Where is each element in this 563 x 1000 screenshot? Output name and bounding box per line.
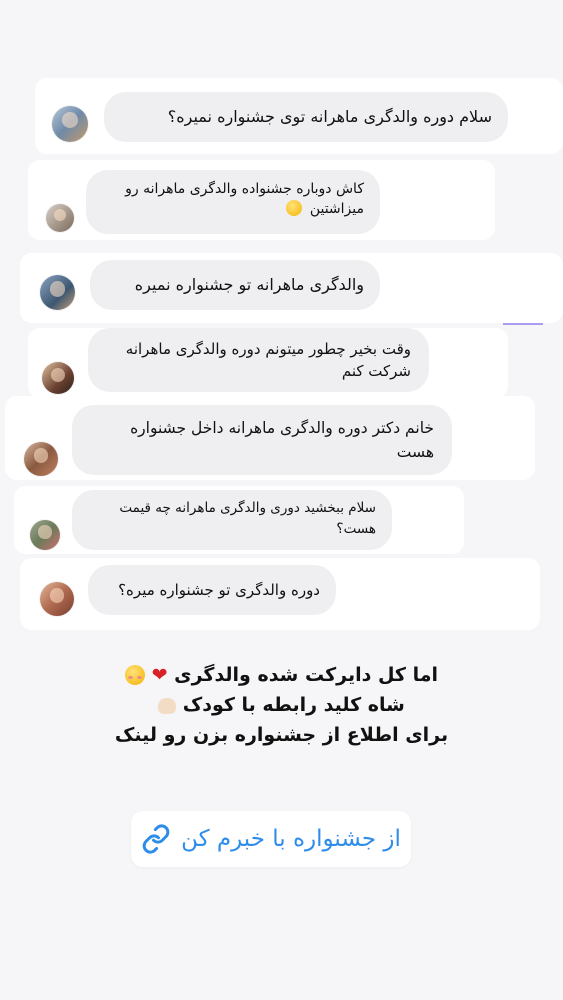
heart-icon: ❤ (151, 664, 168, 686)
comment-bubble: وقت بخیر چطور میتونم دوره والدگری ماهران… (88, 328, 429, 392)
crying-face-icon (286, 200, 303, 216)
link-sticker-label: از جشنواره با خبرم کن (181, 826, 401, 852)
flexed-arm-icon (158, 698, 177, 714)
avatar (30, 520, 60, 550)
comment-bubble: سلام ببخشید دوری والدگری ماهرانه چه قیمت… (72, 490, 392, 550)
caption-line-2: شاه کلید رابطه با کودک (0, 690, 563, 720)
comment-text: سلام دوره والدگری ماهرانه توی جشنواره نم… (167, 107, 492, 126)
caption-line-1: اما کل دایرکت شده والدگری ❤ (0, 660, 563, 690)
comment-bubble: کاش دوباره جشنواده والدگری ماهرانه رو می… (86, 170, 380, 234)
comment-bubble: دوره والدگری تو جشنواره میره؟ (88, 565, 336, 615)
avatar (52, 106, 88, 142)
flushed-face-icon (124, 665, 145, 685)
comment-text: کاش دوباره جشنواده والدگری ماهرانه رو می… (125, 181, 364, 217)
comment-text: دوره والدگری تو جشنواره میره؟ (118, 581, 320, 599)
comment-text: والدگری ماهرانه تو جشنواره نمیره (134, 275, 364, 294)
comment-text: سلام ببخشید دوری والدگری ماهرانه چه قیمت… (119, 500, 376, 537)
comment-text: وقت بخیر چطور میتونم دوره والدگری ماهران… (125, 340, 411, 380)
avatar (24, 442, 58, 476)
avatar (46, 204, 74, 232)
comment-bubble: والدگری ماهرانه تو جشنواره نمیره (90, 260, 380, 310)
comment-text: خانم دکتر دوره والدگری ماهرانه داخل جشنو… (130, 419, 434, 461)
avatar (40, 275, 75, 310)
comment-bubble: خانم دکتر دوره والدگری ماهرانه داخل جشنو… (72, 405, 452, 475)
avatar (42, 362, 74, 394)
link-icon (142, 824, 170, 854)
caption-line-3: برای اطلاع از جشنواره بزن رو لینک (114, 724, 449, 746)
avatar (40, 582, 74, 616)
accent-line (503, 323, 543, 325)
comment-bubble: سلام دوره والدگری ماهرانه توی جشنواره نم… (104, 92, 508, 142)
caption: اما کل دایرکت شده والدگری ❤ شاه کلید راب… (0, 660, 563, 750)
festival-link-sticker[interactable]: از جشنواره با خبرم کن (131, 811, 411, 867)
